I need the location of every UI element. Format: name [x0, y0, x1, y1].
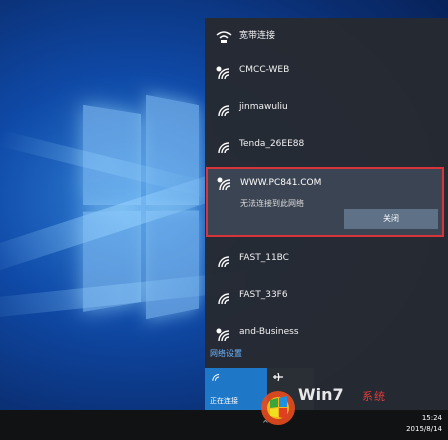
- network-item-cmcc[interactable]: CMCC-WEB: [205, 55, 448, 91]
- network-item-fast-11bc[interactable]: FAST_11BC: [205, 243, 448, 279]
- wifi-open-icon: [216, 66, 230, 80]
- svg-text:Win7: Win7: [298, 385, 344, 404]
- windows-logo-light: [83, 83, 200, 328]
- network-name: 宽带连接: [239, 31, 276, 41]
- network-name: FAST_11BC: [239, 253, 289, 263]
- network-item-jinmawuliu[interactable]: jinmawuliu: [205, 92, 448, 128]
- wifi-icon: [218, 293, 230, 305]
- network-name: Tenda_26EE88: [239, 139, 305, 149]
- network-item-selected[interactable]: WWW.PC841.COM 无法连接到此网络 关闭: [206, 167, 444, 237]
- wifi-open-icon: [216, 328, 230, 342]
- wifi-tile-icon: [212, 374, 220, 381]
- system-clock[interactable]: 15:24 2015/8/14: [406, 413, 442, 435]
- wifi-icon: [218, 256, 230, 268]
- network-name: and-Business: [239, 327, 299, 337]
- close-button[interactable]: 关闭: [344, 209, 438, 229]
- svg-text:统: 统: [374, 390, 385, 403]
- broadband-icon: [216, 31, 232, 43]
- watermark-logo: Win7 系 统: [261, 385, 385, 425]
- network-name: CMCC-WEB: [239, 65, 290, 75]
- wifi-icon: [218, 142, 230, 154]
- clock-date: 2015/8/14: [406, 425, 442, 433]
- network-name: FAST_33F6: [239, 290, 288, 300]
- network-item-tenda[interactable]: Tenda_26EE88: [205, 129, 448, 165]
- clock-time: 15:24: [421, 414, 442, 422]
- wifi-icon: [218, 105, 230, 117]
- network-item-broadband[interactable]: 宽带连接: [205, 18, 448, 54]
- network-item-fast-33f6[interactable]: FAST_33F6: [205, 280, 448, 316]
- connection-error-text: 无法连接到此网络: [240, 199, 304, 208]
- wifi-open-icon: [217, 177, 231, 191]
- network-settings-link[interactable]: 网络设置: [210, 348, 242, 359]
- network-name: WWW.PC841.COM: [240, 178, 322, 188]
- wifi-tile-label: 正在连接: [210, 397, 238, 405]
- svg-text:系: 系: [362, 390, 373, 403]
- network-name: jinmawuliu: [239, 102, 288, 112]
